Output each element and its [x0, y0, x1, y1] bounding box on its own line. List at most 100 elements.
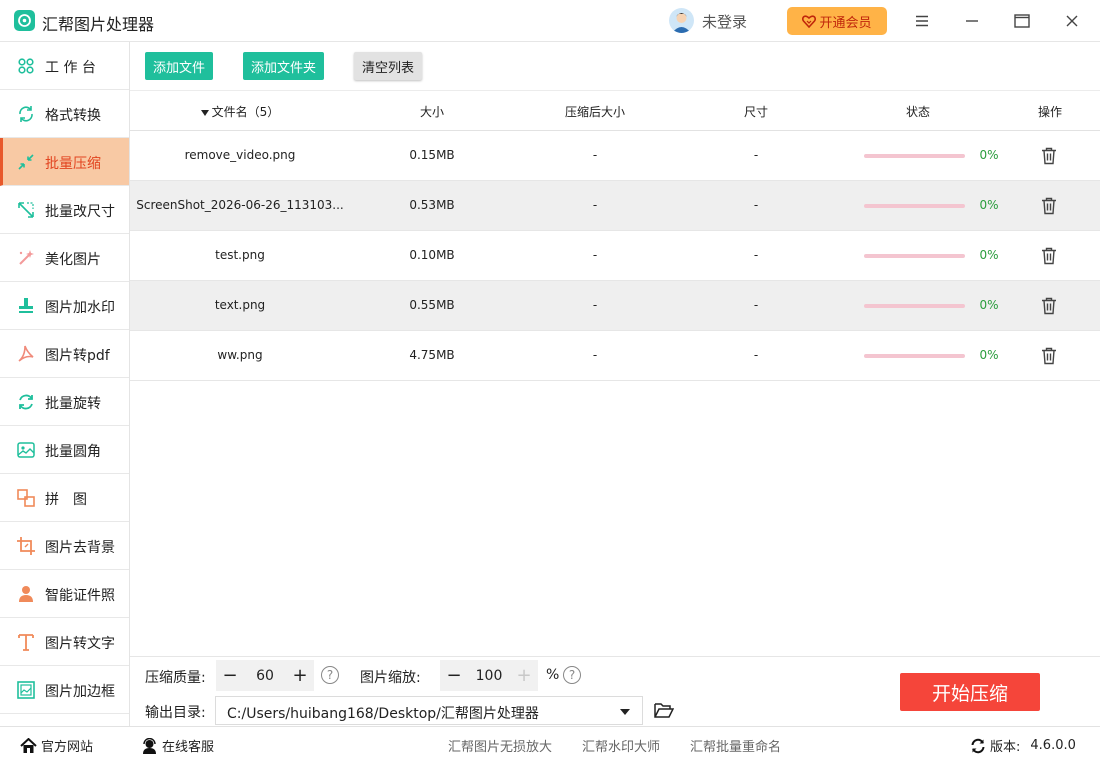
chevron-down-icon — [620, 709, 630, 715]
table-row[interactable]: remove_video.png 0.15MB - - 0% — [130, 131, 1100, 181]
sidebar-item-round-corner[interactable]: 批量圆角 — [0, 426, 129, 474]
table-row[interactable]: ww.png 4.75MB - - 0% — [130, 331, 1100, 381]
menu-icon — [916, 15, 928, 27]
trash-icon[interactable] — [1041, 247, 1057, 265]
app-title: 汇帮图片处理器 — [42, 15, 155, 34]
stamp-icon — [19, 298, 33, 313]
scale-stepper[interactable]: − 100 + — [440, 660, 538, 691]
clear-list-button[interactable]: 清空列表 — [354, 52, 422, 80]
start-compress-button[interactable]: 开始压缩 — [900, 673, 1040, 711]
sidebar-item-watermark[interactable]: 图片加水印 — [0, 282, 129, 330]
version-number: 4.6.0.0 — [1030, 738, 1076, 753]
sidebar-item-label: 格式转换 — [45, 108, 101, 124]
scale-value[interactable]: 100 — [468, 668, 510, 684]
footer-link-watermark[interactable]: 汇帮水印大师 — [582, 736, 660, 755]
sidebar-item-label: 图片去背景 — [45, 540, 115, 556]
cell-filename: text.png — [214, 298, 266, 312]
sidebar-item-label: 工 作 台 — [45, 60, 96, 76]
convert-icon — [19, 106, 33, 122]
scale-decrease-button[interactable]: − — [440, 660, 468, 691]
login-status[interactable]: 未登录 — [702, 11, 747, 32]
add-folder-button[interactable]: 添加文件夹 — [243, 52, 324, 80]
quality-decrease-button[interactable]: − — [216, 660, 244, 691]
header-filename[interactable]: 文件名（5） — [190, 103, 290, 120]
minimize-button[interactable] — [958, 8, 986, 34]
header-dimension: 尺寸 — [743, 105, 768, 119]
cell-size: 0.55MB — [409, 298, 455, 312]
footer-link-rename[interactable]: 汇帮批量重命名 — [690, 736, 781, 755]
scale-label: 图片缩放: — [360, 670, 421, 686]
refresh-icon[interactable] — [970, 738, 986, 754]
cell-size: 4.75MB — [409, 348, 455, 362]
cell-dimension: - — [753, 148, 759, 162]
sidebar-item-batch-compress[interactable]: 批量压缩 — [0, 138, 129, 186]
quality-value[interactable]: 60 — [244, 668, 286, 684]
customer-service-icon — [143, 737, 156, 754]
cell-filename: ScreenShot_2026-06-26_113103... — [136, 198, 344, 212]
avatar[interactable] — [669, 8, 694, 33]
add-file-button[interactable]: 添加文件 — [145, 52, 213, 80]
online-service-label: 在线客服 — [162, 740, 215, 755]
trash-icon[interactable] — [1041, 347, 1057, 365]
table-header: 文件名（5） 大小 压缩后大小 尺寸 状态 操作 — [130, 91, 1100, 131]
sidebar-item-ocr[interactable]: 图片转文字 — [0, 618, 129, 666]
resize-icon — [18, 202, 34, 218]
header-filename-label: 文件名（5） — [211, 105, 280, 119]
quality-increase-button[interactable]: + — [286, 660, 314, 691]
sidebar-item-format-convert[interactable]: 格式转换 — [0, 90, 129, 138]
sidebar-item-workbench[interactable]: 工 作 台 — [0, 42, 129, 90]
scale-help-icon[interactable]: ? — [563, 666, 581, 684]
sidebar-item-beautify[interactable]: 美化图片 — [0, 234, 129, 282]
trash-icon[interactable] — [1041, 197, 1057, 215]
sidebar-item-batch-resize[interactable]: 批量改尺寸 — [0, 186, 129, 234]
vip-heart-icon — [802, 14, 817, 28]
table-row[interactable]: text.png 0.55MB - - 0% — [130, 281, 1100, 331]
cell-dimension: - — [753, 248, 759, 262]
official-site-label: 官方网站 — [41, 740, 94, 755]
sidebar-item-collage[interactable]: 拼 图 — [0, 474, 129, 522]
sidebar-item-add-border[interactable]: 图片加边框 — [0, 666, 129, 714]
cell-compressed-size: - — [592, 348, 598, 362]
sidebar-item-label: 批量改尺寸 — [45, 204, 115, 220]
sidebar-item-batch-rotate[interactable]: 批量旋转 — [0, 378, 129, 426]
output-dir-select[interactable]: C:/Users/huibang168/Desktop/汇帮图片处理器 — [215, 696, 643, 725]
close-button[interactable] — [1058, 8, 1086, 34]
table-row[interactable]: ScreenShot_2026-06-26_113103... 0.53MB - - 0… — [130, 181, 1100, 231]
trash-icon[interactable] — [1041, 147, 1057, 165]
menu-button[interactable] — [908, 8, 936, 34]
sidebar-item-label: 智能证件照 — [45, 588, 115, 604]
sidebar-item-remove-background[interactable]: 图片去背景 — [0, 522, 129, 570]
app-window: 汇帮图片处理器 未登录 开通会员 工 作 台 格式转换 批量压缩 批量改尺寸 美… — [0, 0, 1100, 760]
official-site-link[interactable]: 官方网站 — [20, 736, 93, 755]
version-info: 版本: 4.6.0.0 — [970, 736, 1076, 755]
folder-open-icon[interactable] — [654, 701, 674, 719]
cell-size: 0.15MB — [409, 148, 455, 162]
toolbar: 添加文件 添加文件夹 清空列表 — [130, 42, 1100, 91]
footer-link-upscale[interactable]: 汇帮图片无损放大 — [448, 736, 552, 755]
cell-filename: test.png — [215, 248, 265, 262]
quality-stepper[interactable]: − 60 + — [216, 660, 314, 691]
maximize-button[interactable] — [1008, 8, 1036, 34]
progress-bar — [864, 154, 965, 158]
progress-percent: 0% — [979, 348, 999, 362]
sidebar-item-label: 拼 图 — [45, 492, 87, 508]
scale-increase-button[interactable]: + — [510, 660, 538, 691]
table-row[interactable]: test.png 0.10MB - - 0% — [130, 231, 1100, 281]
progress-percent: 0% — [979, 148, 999, 162]
cell-dimension: - — [753, 198, 759, 212]
quality-help-icon[interactable]: ? — [321, 666, 339, 684]
output-dir-value: C:/Users/huibang168/Desktop/汇帮图片处理器 — [227, 706, 539, 722]
trash-icon[interactable] — [1041, 297, 1057, 315]
scale-unit: % — [546, 667, 560, 683]
sidebar-item-id-photo[interactable]: 智能证件照 — [0, 570, 129, 618]
cell-compressed-size: - — [592, 248, 598, 262]
progress-bar — [864, 304, 965, 308]
online-service-link[interactable]: 在线客服 — [141, 736, 214, 755]
sidebar-item-label: 图片转文字 — [45, 636, 115, 652]
cell-compressed-size: - — [592, 198, 598, 212]
grid-icon — [18, 58, 34, 74]
sidebar-item-to-pdf[interactable]: 图片转pdf — [0, 330, 129, 378]
vip-button[interactable]: 开通会员 — [787, 7, 887, 35]
progress-bar — [864, 354, 965, 358]
beautify-icon — [19, 250, 34, 265]
